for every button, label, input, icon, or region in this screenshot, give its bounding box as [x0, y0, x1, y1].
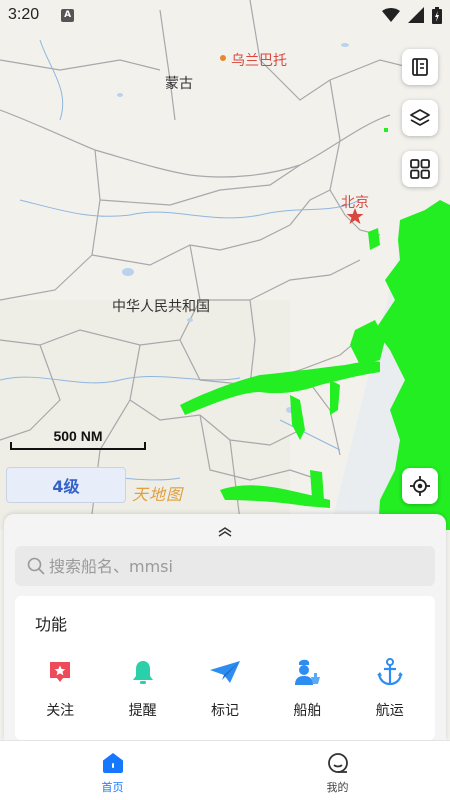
function-reminder[interactable]: 提醒 — [108, 652, 178, 720]
nav-mine-label: 我的 — [326, 781, 349, 794]
grid-button[interactable] — [402, 151, 438, 187]
bottom-sheet: 功能 关注 提醒 — [4, 514, 446, 740]
functions-card: 功能 关注 提醒 标记 船舶 航运 — [15, 596, 435, 740]
locate-button[interactable] — [402, 468, 438, 504]
status-time: 3:20 — [8, 6, 40, 23]
tianditu-logo: 天地图 — [132, 485, 184, 504]
nav-mine[interactable]: 我的 — [225, 741, 450, 800]
profile-icon — [327, 753, 348, 773]
map-label-ulaanbaatar: 乌兰巴托 — [231, 53, 287, 69]
ship-captain-icon — [295, 659, 321, 685]
map-label-china: 中华人民共和国 — [112, 299, 210, 315]
zoom-level-badge: 4级 — [6, 467, 126, 503]
function-shipping[interactable]: 航运 — [355, 652, 425, 720]
sheet-expand-handle[interactable] — [4, 522, 446, 540]
function-label-reminder: 提醒 — [128, 703, 157, 719]
map-view[interactable]: 蒙古 乌兰巴托 北京 中华人民共和国 500 NM 4级 天地图 — [0, 0, 450, 530]
book-icon — [412, 58, 428, 76]
search-bar[interactable] — [15, 546, 435, 586]
function-follow[interactable]: 关注 — [25, 652, 95, 720]
function-label-ships: 船舶 — [293, 703, 322, 719]
function-label-shipping: 航运 — [375, 703, 404, 719]
locate-icon — [410, 476, 430, 496]
nav-home-label: 首页 — [101, 781, 124, 794]
function-label-mark: 标记 — [210, 703, 239, 719]
paper-plane-icon — [209, 661, 240, 683]
layers-button[interactable] — [402, 100, 438, 136]
status-bar: 3:20 A — [0, 0, 450, 30]
layers-icon — [410, 109, 430, 126]
bell-icon — [132, 661, 153, 684]
notes-button[interactable] — [402, 49, 438, 85]
signal-icon — [408, 7, 424, 23]
anchor-icon — [376, 658, 403, 686]
function-mark[interactable]: 标记 — [190, 652, 260, 720]
scale-label: 500 NM — [53, 428, 103, 444]
map-label-mongolia: 蒙古 — [165, 76, 193, 92]
home-icon — [102, 753, 123, 773]
grid-icon — [410, 159, 430, 179]
notification-a-icon: A — [61, 8, 75, 22]
search-input[interactable] — [49, 556, 409, 576]
bottom-nav: 首页 我的 — [0, 740, 450, 800]
chevron-up-icon — [218, 527, 232, 537]
wifi-icon — [382, 8, 400, 22]
scale-bar: 500 NM — [10, 428, 146, 454]
follow-star-icon — [50, 662, 71, 682]
nav-home[interactable]: 首页 — [0, 741, 225, 800]
map-label-beijing: 北京 — [341, 195, 369, 211]
battery-icon — [432, 6, 442, 24]
search-icon — [27, 557, 45, 575]
function-ships[interactable]: 船舶 — [272, 652, 342, 720]
function-label-follow: 关注 — [46, 703, 75, 719]
functions-title: 功能 — [35, 615, 68, 634]
